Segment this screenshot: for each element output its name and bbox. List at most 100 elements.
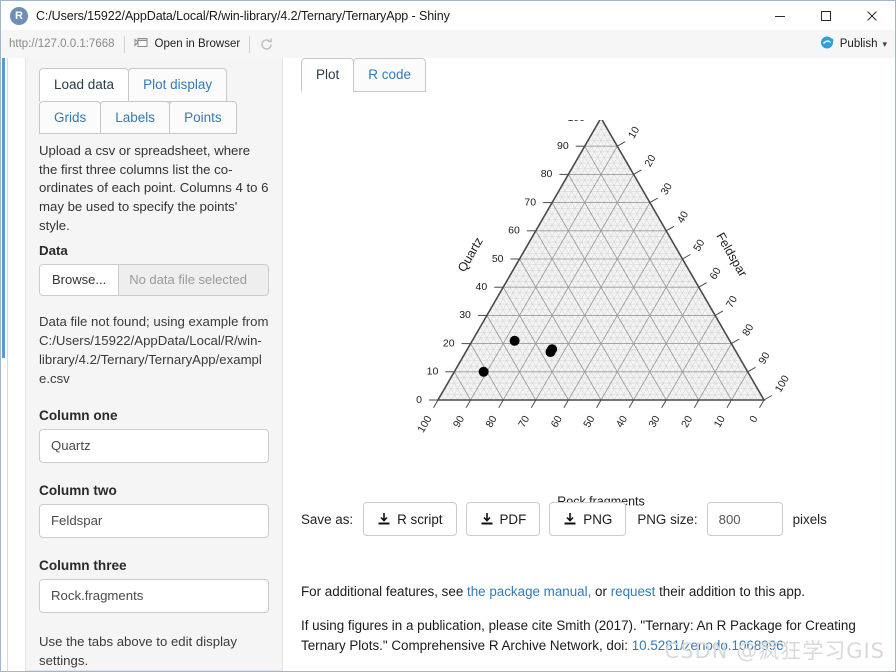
footer-line1-b: or [591, 584, 610, 599]
column-one-label: Column one [39, 408, 269, 423]
svg-text:80: 80 [740, 322, 756, 338]
main-panel: Plot R code 0102030405060708090100010203… [301, 58, 895, 671]
svg-text:10: 10 [626, 124, 642, 140]
png-size-input[interactable]: 800 [707, 502, 783, 536]
url-label: http://127.0.0.1:7668 [9, 38, 115, 50]
svg-text:100: 100 [415, 414, 434, 435]
save-r-script-button[interactable]: R script [363, 502, 456, 536]
refresh-icon[interactable] [259, 37, 274, 52]
svg-text:40: 40 [476, 281, 488, 293]
svg-text:50: 50 [492, 253, 504, 265]
data-section-label: Data [39, 243, 269, 258]
footer-line1-a: For additional features, see [301, 584, 467, 599]
svg-text:30: 30 [459, 309, 471, 321]
toolbar-divider-2 [249, 36, 250, 53]
window-titlebar: R C:/Users/15922/AppData/Local/R/win-lib… [1, 1, 895, 31]
column-three-input[interactable]: Rock.fragments [39, 579, 269, 613]
app-content: Load data Plot display Grids Labels Poin… [1, 58, 895, 671]
request-link[interactable]: request [611, 584, 656, 599]
sidebar-panel: Load data Plot display Grids Labels Poin… [25, 58, 283, 671]
sidebar-tab-grids[interactable]: Grids [39, 101, 101, 135]
sidebar-tab-plot-display[interactable]: Plot display [128, 68, 227, 102]
svg-text:40: 40 [675, 209, 691, 225]
open-in-browser-label: Open in Browser [155, 38, 241, 50]
sidebar-tab-points[interactable]: Points [169, 101, 237, 135]
svg-text:100: 100 [567, 120, 585, 124]
page-scrollbar[interactable] [1, 58, 8, 671]
watermark: CSDN @疯狂学习GIS [665, 635, 885, 665]
svg-text:80: 80 [483, 414, 499, 430]
sidebar-tab-load-data[interactable]: Load data [39, 68, 129, 102]
svg-text:50: 50 [691, 237, 707, 253]
ternary-plot[interactable]: 0102030405060708090100010203040506070809… [301, 120, 821, 560]
footer-line-1: For additional features, see the package… [301, 582, 886, 602]
svg-text:90: 90 [557, 140, 569, 152]
svg-text:10: 10 [427, 366, 439, 378]
svg-text:60: 60 [708, 265, 724, 281]
save-as-label: Save as: [301, 512, 353, 527]
sidebar-footnote: Use the tabs above to edit display setti… [39, 632, 269, 670]
column-two-input[interactable]: Feldspar [39, 504, 269, 538]
svg-text:100: 100 [773, 373, 792, 394]
svg-text:90: 90 [451, 414, 467, 430]
svg-text:70: 70 [524, 196, 536, 208]
close-icon[interactable] [849, 2, 895, 30]
svg-text:0: 0 [747, 414, 760, 425]
data-not-found-message: Data file not found; using example from … [39, 312, 269, 388]
tab-r-code[interactable]: R code [353, 58, 426, 92]
sidebar-tab-labels[interactable]: Labels [100, 101, 170, 135]
svg-text:30: 30 [659, 181, 675, 197]
column-three-label: Column three [39, 558, 269, 573]
footer-line1-c: their addition to this app. [655, 584, 805, 599]
svg-text:60: 60 [549, 414, 565, 430]
save-pdf-label: PDF [500, 512, 527, 527]
browse-button[interactable]: Browse... [40, 265, 119, 295]
publish-label: Publish [840, 38, 878, 50]
save-pdf-button[interactable]: PDF [466, 502, 541, 536]
shiny-app-window: R C:/Users/15922/AppData/Local/R/win-lib… [0, 0, 896, 672]
svg-text:20: 20 [443, 337, 455, 349]
svg-text:10: 10 [712, 414, 728, 430]
main-tabs: Plot R code [301, 58, 895, 92]
svg-text:20: 20 [642, 153, 658, 169]
svg-text:Quartz: Quartz [455, 235, 486, 274]
file-input[interactable]: Browse... No data file selected [39, 264, 269, 296]
svg-text:90: 90 [756, 350, 772, 366]
svg-text:60: 60 [508, 225, 520, 237]
chevron-down-icon[interactable]: ▾ [882, 39, 887, 50]
sidebar-tabs-row-2: Grids Labels Points [39, 101, 269, 135]
column-one-input[interactable]: Quartz [39, 429, 269, 463]
tab-plot[interactable]: Plot [301, 58, 354, 92]
package-manual-link[interactable]: the package manual, [467, 584, 591, 599]
selected-file-name: No data file selected [119, 265, 268, 295]
svg-text:80: 80 [541, 168, 553, 180]
download-icon [377, 512, 391, 526]
save-as-row: Save as: R script [301, 502, 827, 536]
download-icon [480, 512, 494, 526]
png-size-label: PNG size: [637, 512, 697, 527]
column-two-label: Column two [39, 483, 269, 498]
publish-icon [820, 35, 835, 53]
svg-text:0: 0 [416, 394, 422, 406]
sidebar-help-text: Upload a csv or spreadsheet, where the f… [39, 142, 269, 236]
sidebar-tabs-row-1: Load data Plot display [39, 68, 269, 102]
svg-text:20: 20 [679, 414, 695, 430]
svg-text:40: 40 [614, 414, 630, 430]
maximize-icon[interactable] [803, 2, 849, 30]
svg-text:50: 50 [581, 414, 597, 430]
save-r-script-label: R script [397, 512, 442, 527]
save-png-button[interactable]: PNG [549, 502, 626, 536]
download-icon [563, 512, 577, 526]
pixels-label: pixels [793, 512, 827, 527]
svg-text:30: 30 [646, 414, 662, 430]
svg-text:70: 70 [724, 294, 740, 310]
minimize-icon[interactable] [757, 2, 803, 30]
publish-button[interactable]: Publish ▾ [820, 35, 887, 53]
toolbar-divider [124, 36, 125, 53]
external-window-icon [134, 36, 149, 52]
app-toolbar: http://127.0.0.1:7668 Open in Browser [1, 30, 895, 59]
window-title: C:/Users/15922/AppData/Local/R/win-libra… [36, 9, 450, 23]
scrollbar-thumb[interactable] [2, 58, 5, 358]
open-in-browser-button[interactable]: Open in Browser [134, 36, 241, 52]
r-logo-icon: R [10, 7, 28, 25]
